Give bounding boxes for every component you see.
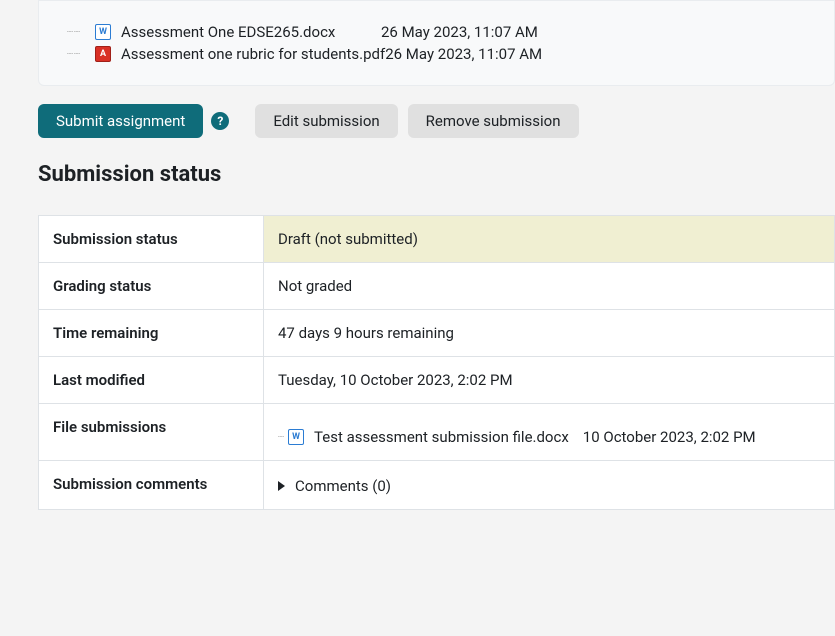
actions-row: Submit assignment ? Edit submission Remo… xyxy=(38,104,835,138)
row-label: Time remaining xyxy=(39,310,264,357)
files-box: ┈┈ W Assessment One EDSE265.docx 26 May … xyxy=(38,0,835,86)
table-row: Grading status Not graded xyxy=(39,263,835,310)
submitted-file-date: 10 October 2023, 2:02 PM xyxy=(583,428,756,446)
comments-label: Comments (0) xyxy=(295,477,391,495)
file-name[interactable]: Assessment one rubric for students.pdf xyxy=(121,45,385,63)
table-row: Submission comments Comments (0) xyxy=(39,461,835,510)
row-label: File submissions xyxy=(39,404,264,461)
row-label: Submission comments xyxy=(39,461,264,510)
file-row: ┈┈ W Assessment One EDSE265.docx 26 May … xyxy=(95,21,810,43)
table-row: File submissions ┈ W Test assessment sub… xyxy=(39,404,835,461)
row-label: Submission status xyxy=(39,216,264,263)
tree-connector-icon: ┈ xyxy=(278,432,284,443)
word-icon: W xyxy=(288,429,304,445)
section-title: Submission status xyxy=(38,162,835,187)
submit-assignment-button[interactable]: Submit assignment xyxy=(38,104,203,138)
tree-connector-icon: ┈┈ xyxy=(67,49,81,60)
pdf-icon: A xyxy=(95,46,111,62)
submission-status-table: Submission status Draft (not submitted) … xyxy=(38,215,835,510)
row-label: Last modified xyxy=(39,357,264,404)
file-row: ┈┈ A Assessment one rubric for students.… xyxy=(95,43,810,65)
row-value: Tuesday, 10 October 2023, 2:02 PM xyxy=(264,357,835,404)
comments-toggle[interactable]: Comments (0) xyxy=(278,475,820,495)
submitted-file-name[interactable]: Test assessment submission file.docx xyxy=(314,428,569,446)
tree-connector-icon: ┈┈ xyxy=(67,27,81,38)
help-icon[interactable]: ? xyxy=(211,112,229,130)
table-row: Time remaining 47 days 9 hours remaining xyxy=(39,310,835,357)
table-row: Submission status Draft (not submitted) xyxy=(39,216,835,263)
row-value: Not graded xyxy=(264,263,835,310)
file-date: 26 May 2023, 11:07 AM xyxy=(381,23,538,41)
row-value: 47 days 9 hours remaining xyxy=(264,310,835,357)
remove-submission-button[interactable]: Remove submission xyxy=(408,104,579,138)
row-value: Draft (not submitted) xyxy=(264,216,835,263)
edit-submission-button[interactable]: Edit submission xyxy=(255,104,397,138)
table-row: Last modified Tuesday, 10 October 2023, … xyxy=(39,357,835,404)
expand-icon xyxy=(278,481,285,491)
row-label: Grading status xyxy=(39,263,264,310)
submitted-file-row: ┈ W Test assessment submission file.docx… xyxy=(278,418,820,446)
file-date: 26 May 2023, 11:07 AM xyxy=(385,45,542,63)
word-icon: W xyxy=(95,24,111,40)
comments-cell: Comments (0) xyxy=(264,461,835,510)
file-submissions-cell: ┈ W Test assessment submission file.docx… xyxy=(264,404,835,461)
file-name[interactable]: Assessment One EDSE265.docx xyxy=(121,23,381,41)
